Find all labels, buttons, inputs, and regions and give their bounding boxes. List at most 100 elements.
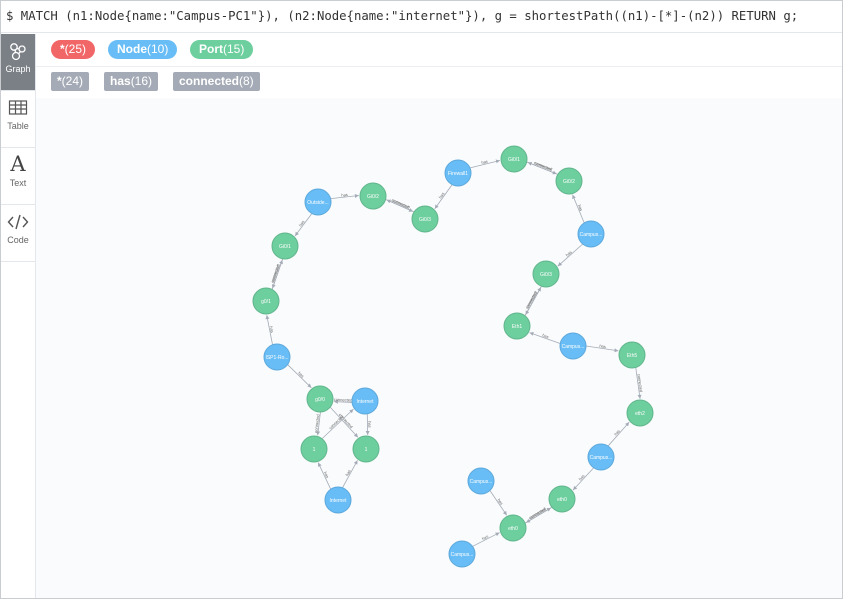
code-view-button[interactable]: Code	[1, 205, 35, 262]
node-label: Gi0/2	[563, 179, 575, 185]
node-label: eth0	[508, 526, 518, 532]
text-view-label: Text	[9, 178, 27, 188]
rel-all-count: (24)	[61, 74, 84, 88]
node-label: ISP1-Ro...	[265, 355, 288, 361]
node-label: Eth5	[627, 353, 638, 359]
node-campus4[interactable]: Campus...	[467, 467, 495, 495]
edge-label: has	[565, 249, 573, 257]
port-port1a[interactable]: 1	[300, 435, 328, 463]
port-eth0a[interactable]: eth0	[499, 514, 527, 542]
node-label: Campus...	[470, 479, 493, 485]
node-firewall[interactable]: Firewall1	[444, 159, 472, 187]
edge-label: connected	[528, 507, 546, 521]
table-view-button[interactable]: Table	[1, 91, 35, 148]
query-editor[interactable]: $ MATCH (n1:Node{name:"Campus-PC1"}), (n…	[1, 1, 842, 33]
edge-label: has	[323, 471, 330, 479]
node-label: g0/0	[315, 397, 325, 403]
label-port-name: Port	[199, 42, 223, 56]
text-view-button[interactable]: A Text	[1, 148, 35, 205]
node-label: eth2	[635, 411, 645, 417]
edge-label: connected	[534, 160, 553, 172]
label-port-pill[interactable]: Port(15)	[190, 40, 254, 59]
edge-label: has	[344, 469, 351, 477]
code-view-label: Code	[7, 235, 29, 245]
graph-canvas[interactable]: has connected connected has has connected conn…	[36, 98, 842, 598]
edge-label: has	[341, 192, 348, 198]
label-node-name: Node	[117, 42, 147, 56]
edge-label: has	[577, 204, 584, 212]
edge-label: has	[578, 473, 586, 481]
node-label: Gi0/2	[367, 194, 379, 200]
rel-has-count: (16)	[130, 74, 153, 88]
label-node-pill[interactable]: Node(10)	[108, 40, 178, 59]
node-label: Internet	[330, 498, 348, 504]
node-label: Gi0/1	[508, 157, 520, 163]
rel-all-tag[interactable]: *(24)	[51, 72, 90, 91]
rel-connected-count: (8)	[239, 74, 254, 88]
port-eth1[interactable]: Eth1	[503, 312, 531, 340]
graph-view-label: Graph	[5, 64, 31, 74]
edge-label: has	[367, 421, 372, 428]
port-gi03a[interactable]: Gi0/3	[411, 205, 439, 233]
node-isp[interactable]: ISP1-Ro...	[263, 343, 291, 371]
label-port-count: (15)	[223, 42, 245, 56]
port-gi02a[interactable]: Gi0/2	[359, 182, 387, 210]
node-campus2[interactable]: Campus...	[559, 332, 587, 360]
rel-connected-name: connected	[179, 74, 240, 88]
edge-label: has	[438, 191, 446, 199]
node-label: Firewall1	[448, 171, 468, 177]
port-gi03b[interactable]: Gi0/3	[532, 260, 560, 288]
node-label: Campus...	[590, 455, 613, 461]
node-label: 1	[365, 447, 368, 453]
port-eth0b[interactable]: eth0	[548, 485, 576, 513]
edge-label: has	[542, 332, 550, 339]
node-internet1[interactable]: Internet	[351, 387, 379, 415]
edge-label: has	[613, 428, 621, 436]
node-label: 1	[313, 447, 316, 453]
edge-label: has	[496, 498, 504, 506]
label-node-count: (10)	[147, 42, 169, 56]
edge-label: has	[599, 343, 606, 349]
node-label: g0/1	[261, 299, 271, 305]
graph-svg[interactable]: has connected connected has has connected conn…	[36, 98, 842, 598]
graph-view-button[interactable]: Graph	[1, 34, 35, 91]
table-view-label: Table	[7, 121, 29, 131]
graph-icon	[1, 34, 35, 64]
edge-label: has	[298, 219, 306, 227]
label-all-pill[interactable]: *(25)	[51, 40, 96, 59]
edge-label: has	[481, 159, 488, 165]
node-labels-bar: *(25) Node(10) Port(15)	[36, 34, 842, 67]
port-eth2[interactable]: eth2	[626, 399, 654, 427]
rel-has-name: has	[110, 74, 131, 88]
edge-label: connected	[334, 397, 353, 403]
app-window: $ MATCH (n1:Node{name:"Campus-PC1"}), (n…	[0, 0, 843, 599]
code-icon	[1, 205, 35, 235]
label-all-count: (25)	[64, 42, 87, 56]
node-label: Campus...	[580, 232, 603, 238]
node-internet2[interactable]: Internet	[324, 486, 352, 514]
port-g00[interactable]: g0/0	[306, 385, 334, 413]
port-eth5[interactable]: Eth5	[618, 341, 646, 369]
node-label: Outside...	[307, 200, 328, 206]
node-campus3[interactable]: Campus...	[587, 443, 615, 471]
relationship-types-bar: *(24) has(16) connected(8)	[36, 66, 842, 99]
node-campus1[interactable]: Campus...	[577, 220, 605, 248]
port-gi01a[interactable]: Gi0/1	[500, 145, 528, 173]
node-campus5[interactable]: Campus...	[448, 540, 476, 568]
edge-label: connected	[524, 291, 537, 310]
node-outside[interactable]: Outside...	[304, 188, 332, 216]
port-gi01b[interactable]: Gi0/1	[271, 232, 299, 260]
table-icon	[1, 91, 35, 121]
rel-connected-tag[interactable]: connected(8)	[173, 72, 260, 91]
view-sidebar: Graph Table A Text Code	[1, 34, 36, 598]
text-icon: A	[10, 152, 26, 176]
rel-has-tag[interactable]: has(16)	[104, 72, 159, 91]
edge-label: has	[481, 534, 489, 541]
port-g01[interactable]: g0/1	[252, 287, 280, 315]
node-label: Gi0/3	[419, 217, 431, 223]
port-port1b[interactable]: 1	[352, 435, 380, 463]
port-gi02b[interactable]: Gi0/2	[555, 167, 583, 195]
node-label: eth0	[557, 497, 567, 503]
node-label: Campus...	[562, 344, 585, 350]
node-label: Gi0/1	[279, 244, 291, 250]
